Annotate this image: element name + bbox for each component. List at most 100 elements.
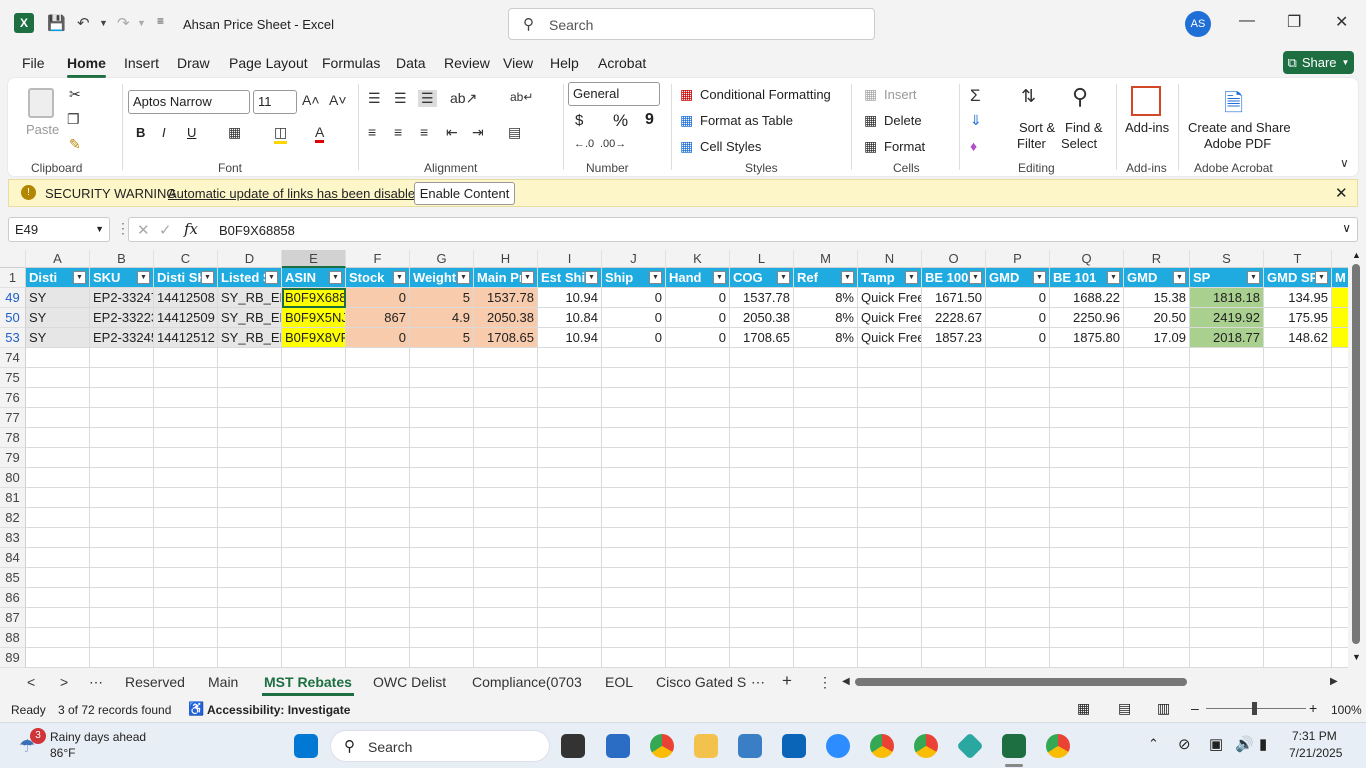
empty-cell[interactable]	[26, 368, 90, 388]
empty-cell[interactable]	[474, 588, 538, 608]
empty-cell[interactable]	[730, 548, 794, 568]
table-cell[interactable]: 1857.23	[922, 328, 986, 348]
maximize-icon[interactable]: ❐	[1287, 12, 1301, 32]
scroll-up-icon[interactable]: ▲	[1352, 250, 1361, 260]
empty-cell[interactable]	[154, 488, 218, 508]
zoom-level[interactable]: 100%	[1331, 703, 1362, 717]
empty-cell[interactable]	[1190, 528, 1264, 548]
empty-cell[interactable]	[1050, 488, 1124, 508]
tab-review[interactable]: Review	[444, 55, 490, 71]
number-format-select[interactable]: General	[568, 82, 660, 106]
table-cell[interactable]: 0	[602, 308, 666, 328]
sort-filter-line2[interactable]: Filter	[1017, 136, 1046, 151]
currency-button[interactable]: $	[575, 112, 583, 129]
row-header[interactable]: 53	[0, 328, 26, 348]
empty-cell[interactable]	[1264, 628, 1332, 648]
empty-cell[interactable]	[1264, 408, 1332, 428]
empty-cell[interactable]	[1190, 608, 1264, 628]
empty-cell[interactable]	[346, 608, 410, 628]
increase-indent-icon[interactable]: ⇥	[472, 124, 484, 141]
excel-taskbar-icon[interactable]	[1002, 734, 1026, 758]
table-cell[interactable]: SY_RB_EP2	[218, 308, 282, 328]
empty-cell[interactable]	[922, 388, 986, 408]
empty-cell[interactable]	[986, 488, 1050, 508]
row-header[interactable]: 87	[0, 608, 26, 628]
table-cell[interactable]: Quick Free	[858, 288, 922, 308]
add-sheet-icon[interactable]: +	[782, 671, 792, 691]
merge-center-icon[interactable]: ▤	[508, 124, 521, 141]
empty-cell[interactable]	[1124, 368, 1190, 388]
column-header-q[interactable]: Q	[1050, 250, 1124, 268]
empty-cell[interactable]	[730, 468, 794, 488]
sheet-tab-main[interactable]: Main	[208, 674, 238, 690]
normal-view-icon[interactable]: ▦	[1077, 700, 1090, 717]
empty-cell[interactable]	[1264, 448, 1332, 468]
file-explorer-icon[interactable]	[694, 734, 718, 758]
empty-cell[interactable]	[858, 468, 922, 488]
empty-cell[interactable]	[922, 348, 986, 368]
row-header[interactable]: 75	[0, 368, 26, 388]
empty-cell[interactable]	[90, 588, 154, 608]
accessibility-status[interactable]: Accessibility: Investigate	[207, 703, 350, 717]
column-header-a[interactable]: A	[26, 250, 90, 268]
empty-cell[interactable]	[90, 528, 154, 548]
empty-cell[interactable]	[474, 568, 538, 588]
table-cell[interactable]: 4.9	[410, 308, 474, 328]
empty-cell[interactable]	[1332, 368, 1348, 388]
empty-cell[interactable]	[474, 488, 538, 508]
filter-dropdown-icon[interactable]: ▼	[1033, 271, 1046, 284]
empty-cell[interactable]	[730, 388, 794, 408]
table-cell[interactable]: 1537.78	[730, 288, 794, 308]
empty-cell[interactable]	[1050, 468, 1124, 488]
empty-cell[interactable]	[474, 468, 538, 488]
undo-dropdown-icon[interactable]: ▼	[99, 18, 108, 28]
header-cell[interactable]: Listed S ▼	[218, 268, 282, 288]
italic-button[interactable]: I	[162, 125, 166, 140]
empty-cell[interactable]	[154, 568, 218, 588]
row-header[interactable]: 78	[0, 428, 26, 448]
table-cell[interactable]: Quick Free	[858, 328, 922, 348]
empty-cell[interactable]	[858, 488, 922, 508]
empty-cell[interactable]	[90, 348, 154, 368]
empty-cell[interactable]	[26, 448, 90, 468]
empty-cell[interactable]	[154, 428, 218, 448]
header-cell[interactable]: Est Shi ▼	[538, 268, 602, 288]
empty-cell[interactable]	[1124, 548, 1190, 568]
redo-icon[interactable]: ↷	[117, 14, 130, 32]
empty-cell[interactable]	[666, 648, 730, 668]
table-cell[interactable]: 1688.22	[1050, 288, 1124, 308]
show-hidden-icons[interactable]: ⌃	[1148, 736, 1159, 752]
empty-cell[interactable]	[90, 628, 154, 648]
empty-cell[interactable]	[1332, 628, 1348, 648]
weather-title[interactable]: Rainy days ahead	[50, 730, 146, 744]
empty-cell[interactable]	[602, 468, 666, 488]
empty-cell[interactable]	[410, 528, 474, 548]
empty-cell[interactable]	[1190, 568, 1264, 588]
empty-cell[interactable]	[1190, 348, 1264, 368]
empty-cell[interactable]	[218, 468, 282, 488]
filter-active-icon[interactable]: ▼	[329, 271, 342, 284]
header-cell[interactable]: Disti ▼	[26, 268, 90, 288]
empty-cell[interactable]	[26, 568, 90, 588]
empty-cell[interactable]	[282, 468, 346, 488]
task-view-icon[interactable]	[561, 734, 585, 758]
filter-dropdown-icon[interactable]: ▼	[521, 271, 534, 284]
format-painter-icon[interactable]: ✎	[69, 136, 81, 153]
filter-dropdown-icon[interactable]: ▼	[1315, 271, 1328, 284]
empty-cell[interactable]	[474, 408, 538, 428]
empty-cell[interactable]	[666, 488, 730, 508]
taskbar-search-box[interactable]: ⚲ Search	[330, 730, 550, 762]
empty-cell[interactable]	[794, 628, 858, 648]
table-cell[interactable]: 2050.38	[474, 308, 538, 328]
empty-cell[interactable]	[538, 368, 602, 388]
empty-cell[interactable]	[346, 408, 410, 428]
row-header[interactable]: 74	[0, 348, 26, 368]
empty-cell[interactable]	[410, 628, 474, 648]
header-cell[interactable]: Ref ▼	[794, 268, 858, 288]
empty-cell[interactable]	[1050, 528, 1124, 548]
row-header[interactable]: 89	[0, 648, 26, 668]
empty-cell[interactable]	[858, 528, 922, 548]
empty-cell[interactable]	[858, 648, 922, 668]
empty-cell[interactable]	[666, 568, 730, 588]
empty-cell[interactable]	[730, 648, 794, 668]
